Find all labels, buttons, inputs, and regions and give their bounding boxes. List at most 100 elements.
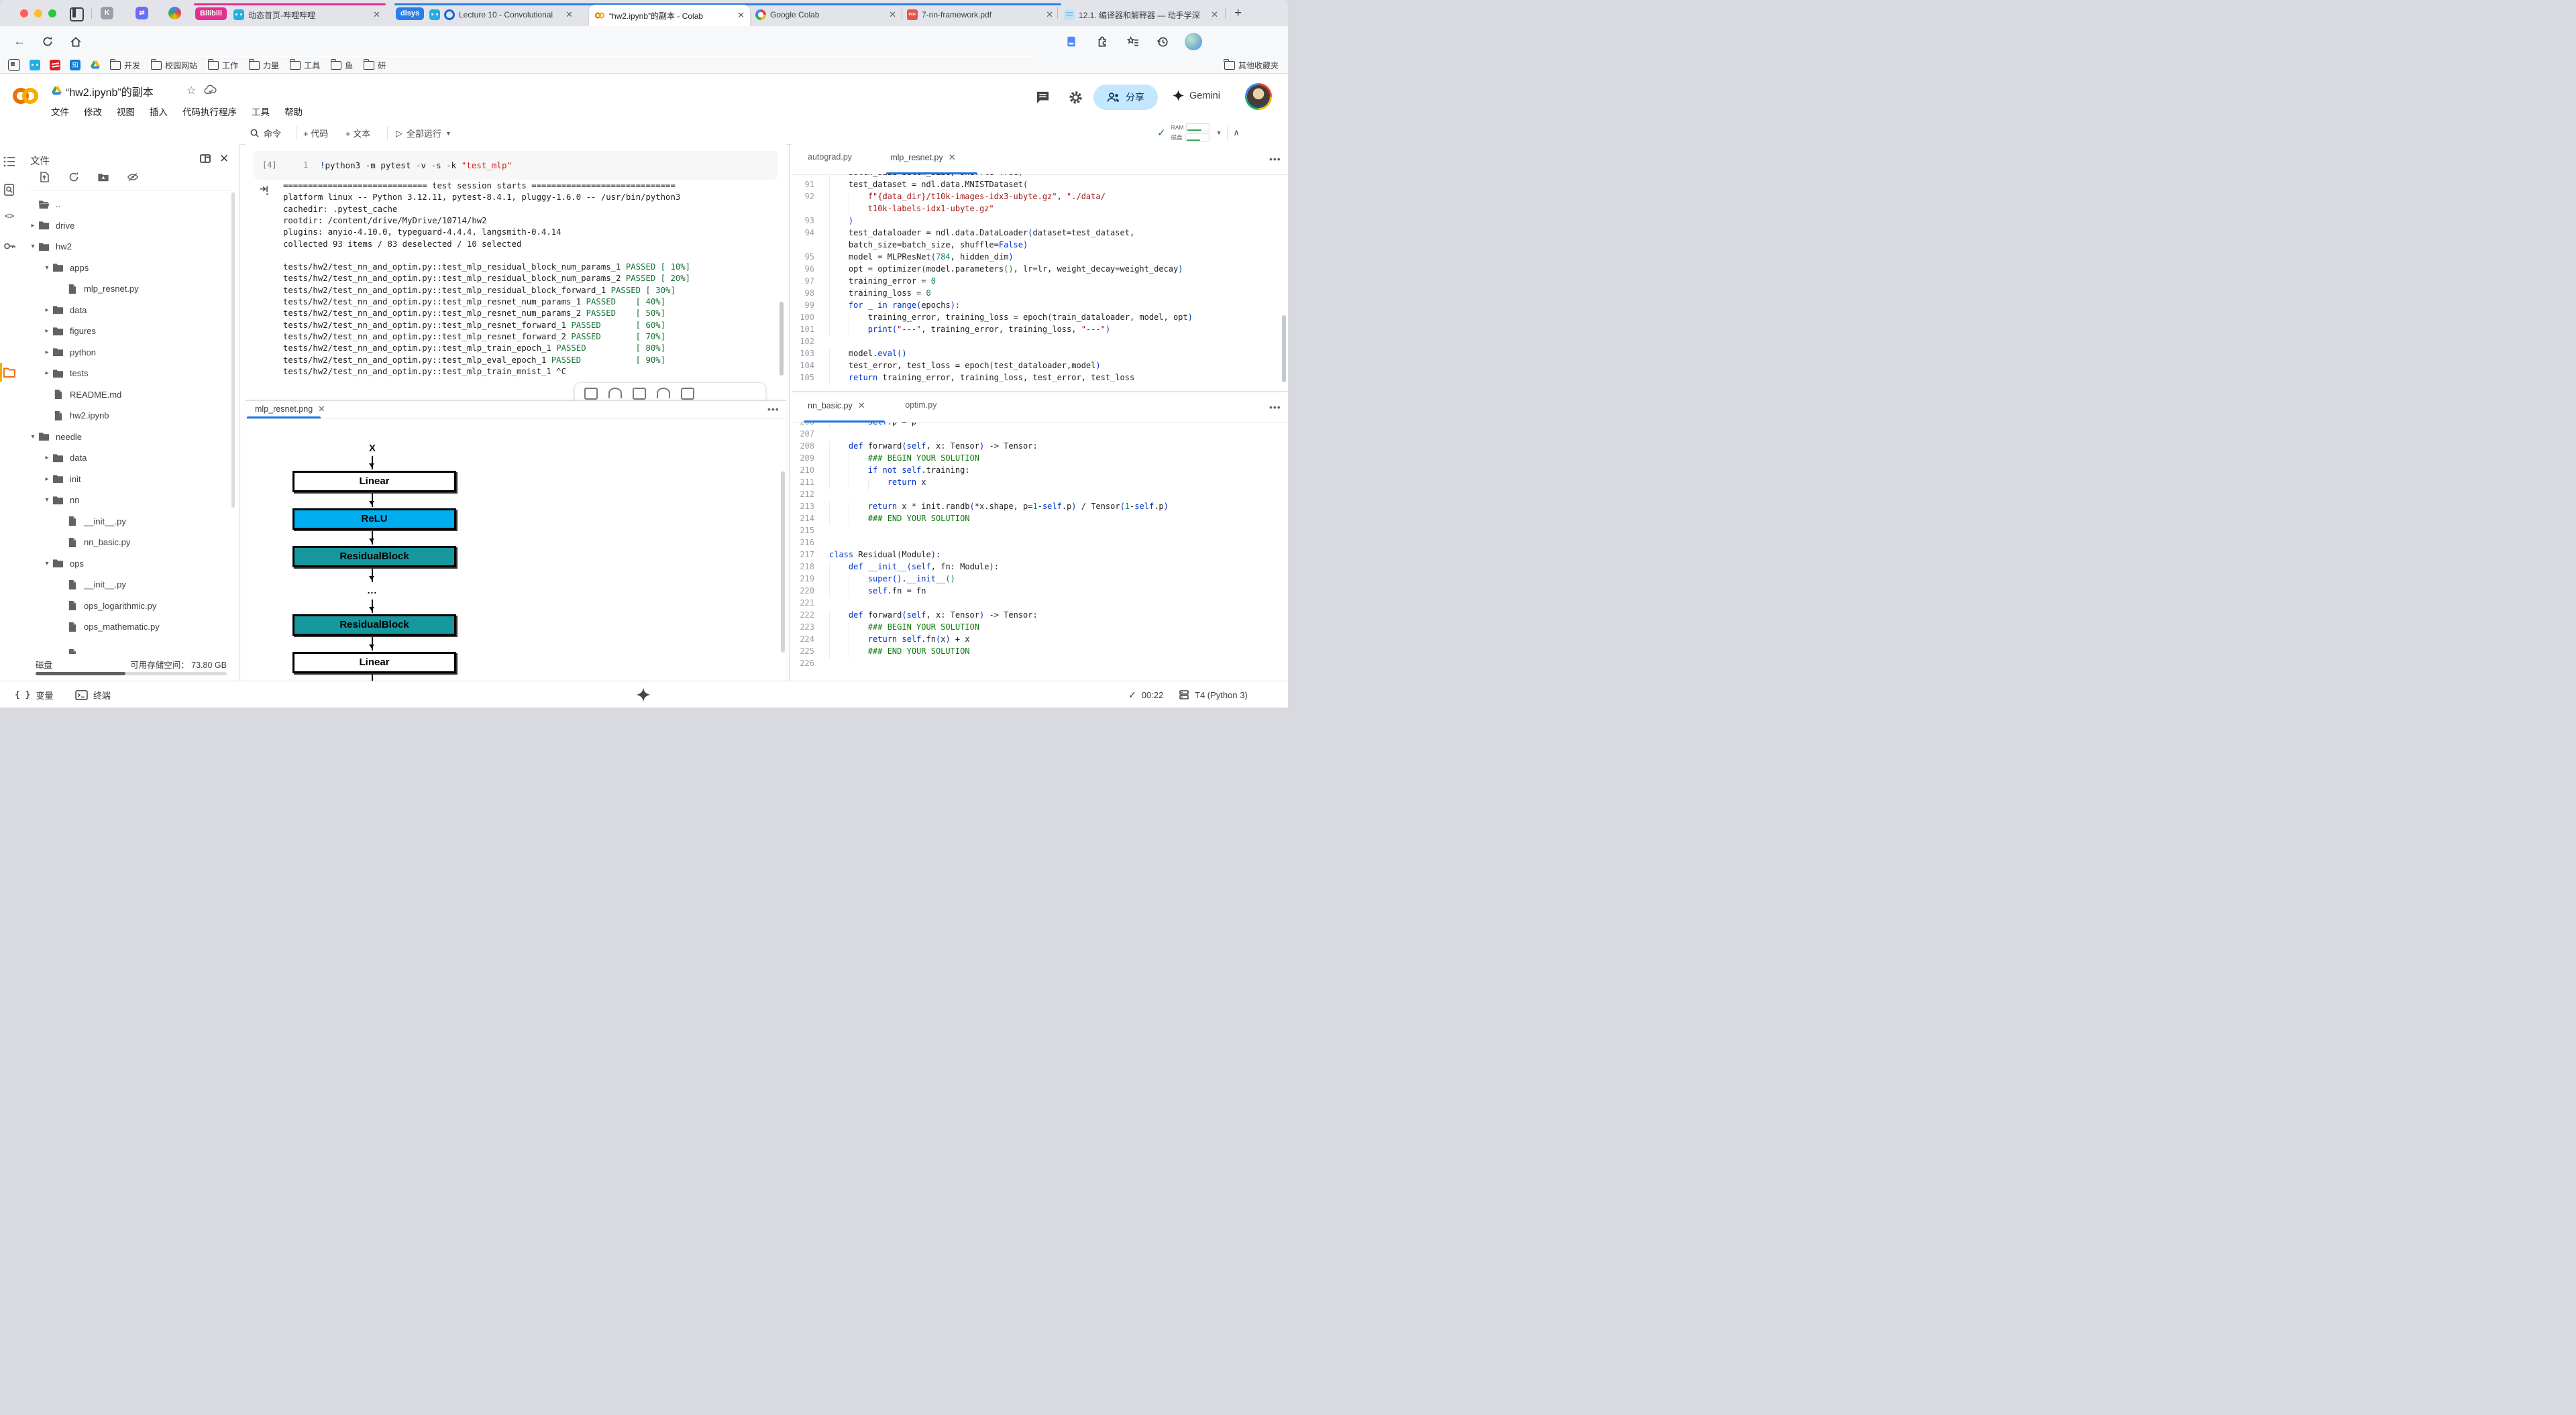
- tree-file-mlp_resnet.py[interactable]: mlp_resnet.py: [18, 278, 239, 300]
- panel-divider[interactable]: [789, 144, 790, 681]
- tree-folder-data[interactable]: ▸data: [18, 300, 239, 321]
- open-in-new-panel-icon[interactable]: [199, 152, 213, 166]
- editor-scrollbar[interactable]: [1282, 315, 1286, 382]
- code-line[interactable]: t10k-labels-idx1-ubyte.gz": [792, 204, 1283, 216]
- bookmark-folder[interactable]: 工具: [290, 60, 320, 71]
- browser-tab[interactable]: Google Colab✕: [750, 6, 902, 23]
- notebook-scrollbar[interactable]: [780, 302, 784, 376]
- code-line-99[interactable]: 99 for _ in range(epochs):: [792, 300, 1283, 313]
- sidebar-toggle-icon[interactable]: [70, 7, 84, 21]
- tree-file-nn_basic.py[interactable]: nn_basic.py: [18, 532, 239, 553]
- colab-logo[interactable]: [11, 86, 40, 109]
- close-tab-icon[interactable]: ✕: [1211, 9, 1218, 20]
- find-replace-icon[interactable]: [3, 183, 16, 196]
- cell-output-icon[interactable]: [258, 184, 270, 196]
- collapse-toolbar-icon[interactable]: ∧: [1233, 127, 1240, 138]
- tree-folder-tests[interactable]: ▸tests: [18, 363, 239, 384]
- close-panel-icon[interactable]: ✕: [219, 152, 233, 166]
- code-line-105[interactable]: 105 return training_error, training_loss…: [792, 373, 1283, 385]
- image-panel-scrollbar[interactable]: [781, 471, 785, 653]
- menu-工具[interactable]: 工具: [252, 105, 270, 118]
- mount-drive-icon[interactable]: [97, 171, 111, 184]
- gemini-button[interactable]: Gemini: [1173, 90, 1220, 101]
- code-line-212[interactable]: 212: [792, 490, 1283, 502]
- close-tab-icon[interactable]: ✕: [318, 404, 325, 414]
- tree-folder-ops[interactable]: ▾ops: [18, 553, 239, 575]
- tree-folder-data[interactable]: ▸data: [18, 447, 239, 469]
- tree-expander-icon[interactable]: ▸: [42, 454, 52, 461]
- resource-monitor[interactable]: ✓ RAM 磁盘 ▼ ∧: [1157, 123, 1240, 142]
- terminal-button[interactable]: 终端: [75, 681, 111, 708]
- add-code-cell-button[interactable]: + 代码: [303, 122, 328, 144]
- comments-icon[interactable]: [1035, 90, 1051, 106]
- code-line-209[interactable]: 209 ### BEGIN YOUR SOLUTION: [792, 453, 1283, 465]
- menu-视图[interactable]: 视图: [117, 105, 135, 118]
- browser-tab[interactable]: Lecture 10 - Convolutional✕: [424, 6, 578, 23]
- tree-folder-needle[interactable]: ▾needle: [18, 427, 239, 448]
- upload-file-icon[interactable]: [38, 171, 52, 184]
- bookmark-folder[interactable]: 校园网站: [151, 60, 197, 71]
- code-line-94[interactable]: 94 test_dataloader = ndl.data.DataLoader…: [792, 228, 1283, 240]
- code-view[interactable]: 206 self.p = p207208 def forward(self, x…: [792, 422, 1283, 681]
- code-line-223[interactable]: 223 ### BEGIN YOUR SOLUTION: [792, 622, 1283, 634]
- code-line[interactable]: batch_size=batch_size, shuffle=False): [792, 240, 1283, 252]
- tree-folder-drive[interactable]: ▸drive: [18, 215, 239, 237]
- workspace-spark-icon[interactable]: [168, 7, 181, 19]
- secrets-key-icon[interactable]: [3, 239, 16, 253]
- code-cell[interactable]: [4] 1 !python3 -m pytest -v -s -k "test_…: [254, 151, 778, 180]
- files-folder-icon[interactable]: [3, 365, 16, 379]
- toolbar-icon[interactable]: [681, 388, 694, 400]
- close-tab-icon[interactable]: ✕: [949, 152, 956, 163]
- code-line-224[interactable]: 224 return self.fn(x) + x: [792, 634, 1283, 646]
- toolbar-icon[interactable]: [584, 388, 598, 400]
- code-line[interactable]: batch_size=batch_size, shuffle=True): [792, 174, 1283, 180]
- bookmark-red-icon[interactable]: [50, 60, 60, 70]
- tree-folder-figures[interactable]: ▸figures: [18, 321, 239, 342]
- browser-tab[interactable]: “hw2.ipynb”的副本 - Colab✕: [589, 5, 750, 26]
- bookmark-folder[interactable]: 开发: [110, 60, 140, 71]
- code-line-225[interactable]: 225 ### END YOUR SOLUTION: [792, 646, 1283, 659]
- notebook-title[interactable]: “hw2.ipynb”的副本: [66, 83, 154, 99]
- tree-file-hw2.ipynb[interactable]: hw2.ipynb: [18, 405, 239, 427]
- code-line-219[interactable]: 219 super().__init__(): [792, 574, 1283, 586]
- workspace-k-icon[interactable]: K: [101, 7, 113, 19]
- close-tab-icon[interactable]: ✕: [1046, 9, 1053, 20]
- tree-expander-icon[interactable]: ▾: [42, 264, 52, 272]
- tree-expander-icon[interactable]: ▸: [42, 475, 52, 483]
- code-line-220[interactable]: 220 self.fn = fn: [792, 586, 1283, 598]
- extensions-icon[interactable]: [1096, 34, 1111, 49]
- tree-folder-init[interactable]: ▸init: [18, 469, 239, 490]
- run-all-button[interactable]: ▷ 全部运行 ▼: [396, 122, 451, 144]
- minimize-window-button[interactable]: [34, 9, 42, 17]
- close-window-button[interactable]: [20, 9, 28, 17]
- tree-expander-icon[interactable]: ▾: [28, 243, 38, 250]
- code-line-91[interactable]: 91 test_dataset = ndl.data.MNISTDataset(: [792, 180, 1283, 192]
- browser-tab[interactable]: 12.1. 编译器和解释器 — 动手学深✕: [1059, 6, 1224, 23]
- tree-folder-hw2[interactable]: ▾hw2: [18, 236, 239, 258]
- tab-group-label-bilibili[interactable]: Bilibili: [195, 7, 227, 20]
- code-line-218[interactable]: 218 def __init__(self, fn: Module):: [792, 562, 1283, 574]
- tree-expander-icon[interactable]: ▸: [42, 370, 52, 377]
- toolbar-icon[interactable]: [608, 388, 622, 398]
- tab-overflow-menu-icon[interactable]: •••: [1269, 154, 1281, 164]
- tab-overflow-menu-icon[interactable]: •••: [1269, 402, 1281, 412]
- editor-tab-nn_basic.py[interactable]: nn_basic.py✕: [808, 400, 865, 411]
- tab-group-label-dlsys[interactable]: dlsys: [396, 7, 424, 20]
- command-palette-button[interactable]: 命令: [250, 122, 281, 144]
- toolbar-icon[interactable]: [633, 388, 646, 400]
- new-tab-button[interactable]: +: [1234, 6, 1242, 21]
- menu-文件[interactable]: 文件: [51, 105, 69, 118]
- tree-file-clipped[interactable]: [18, 643, 239, 654]
- code-line-208[interactable]: 208 def forward(self, x: Tensor) -> Tens…: [792, 441, 1283, 453]
- code-line-221[interactable]: 221: [792, 598, 1283, 610]
- tree-folder-apps[interactable]: ▾apps: [18, 258, 239, 279]
- other-bookmarks-folder[interactable]: 其他收藏夹: [1224, 60, 1279, 71]
- code-line-207[interactable]: 207: [792, 429, 1283, 441]
- tree-file-README.md[interactable]: README.md: [18, 384, 239, 406]
- tree-file-ops_logarithmic.py[interactable]: ops_logarithmic.py: [18, 596, 239, 617]
- tree-expander-icon[interactable]: ▸: [42, 349, 52, 356]
- close-tab-icon[interactable]: ✕: [566, 9, 573, 20]
- runtime-type[interactable]: T4 (Python 3): [1179, 681, 1248, 708]
- tree-folder-python[interactable]: ▸python: [18, 342, 239, 363]
- code-line-93[interactable]: 93 ): [792, 216, 1283, 228]
